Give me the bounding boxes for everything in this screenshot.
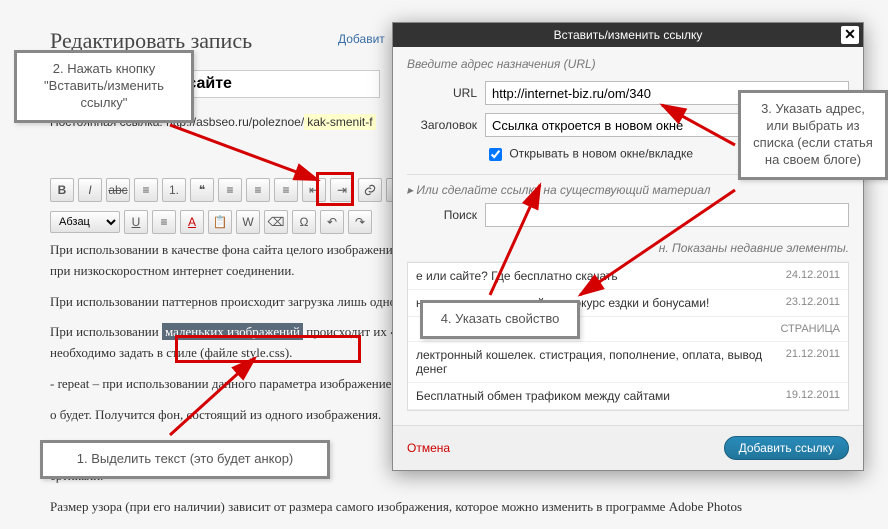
recent-hint: н. Показаны недавние элементы. [407,235,849,262]
search-input[interactable] [485,203,849,227]
ol-button[interactable]: 1. [162,178,186,202]
new-window-checkbox[interactable] [489,148,502,161]
dialog-title: Вставить/изменить ссылку ✕ [393,23,863,47]
add-link-button[interactable]: Добавить ссылку [724,436,849,460]
list-item[interactable]: лектронный кошелек. стистрация, пополнен… [408,342,848,383]
list-item[interactable]: Бесплатный обмен трафиком между сайтами1… [408,383,848,410]
quote-button[interactable]: ❝ [190,178,214,202]
url-label: URL [407,86,477,100]
callout-3: 3. Указать адрес, или выбрать из списка … [738,90,888,180]
align-center-button[interactable]: ≡ [246,178,270,202]
bold-button[interactable]: B [50,178,74,202]
permalink-slug[interactable]: kak-smenit-f [304,114,375,130]
textcolor-button[interactable]: A [180,210,204,234]
dialog-intro: Введите адрес назначения (URL) [407,57,849,71]
new-window-label: Открывать в новом окне/вкладке [509,147,693,161]
title-label: Заголовок [407,118,477,132]
ul-button[interactable]: ≡ [134,178,158,202]
paragraph: Размер узора (при его наличии) зависит о… [50,497,850,518]
callout-1: 1. Выделить текст (это будет анкор) [40,440,330,479]
selected-text: маленьких изображений [162,323,303,340]
undo-button[interactable]: ↶ [320,210,344,234]
align-right-button[interactable]: ≡ [274,178,298,202]
search-label: Поиск [407,208,477,222]
justify-button[interactable]: ≡ [152,210,176,234]
outdent-button[interactable]: ⇤ [302,178,326,202]
list-item-title: лектронный кошелек. стистрация, пополнен… [416,348,786,376]
toolbar-row-2: Абзац U ≡ A 📋 W ⌫ Ω ↶ ↷ [50,207,372,237]
cancel-button[interactable]: Отмена [407,441,450,455]
add-new-link[interactable]: Добавит [338,32,385,46]
list-item-date: 23.12.2011 [786,296,840,310]
link-button[interactable] [358,178,382,202]
indent-button[interactable]: ⇥ [330,178,354,202]
strike-button[interactable]: abc [106,178,130,202]
list-item-title: е или сайте? Где бесплатно скачать [416,269,786,283]
toolbar-row-1: B I abc ≡ 1. ❝ ≡ ≡ ≡ ⇤ ⇥ ✂ [50,175,410,205]
format-select[interactable]: Абзац [50,211,120,233]
list-item-date: 21.12.2011 [786,348,840,376]
link-icon [363,183,377,197]
redo-button[interactable]: ↷ [348,210,372,234]
list-item-title: Бесплатный обмен трафиком между сайтами [416,389,786,403]
list-item[interactable]: е или сайте? Где бесплатно скачать24.12.… [408,263,848,290]
list-item-date: 24.12.2011 [786,269,840,283]
align-left-button[interactable]: ≡ [218,178,242,202]
paste-text-button[interactable]: 📋 [208,210,232,234]
italic-button[interactable]: I [78,178,102,202]
clear-format-button[interactable]: ⌫ [264,210,288,234]
list-item-date: СТРАНИЦА [780,323,840,335]
callout-2: 2. Нажать кнопку "Вставить/изменить ссыл… [14,50,194,123]
charmap-button[interactable]: Ω [292,210,316,234]
list-item-date: 19.12.2011 [786,389,840,403]
underline-button[interactable]: U [124,210,148,234]
callout-4: 4. Указать свойство [420,300,580,339]
close-icon[interactable]: ✕ [841,26,859,44]
paste-word-button[interactable]: W [236,210,260,234]
